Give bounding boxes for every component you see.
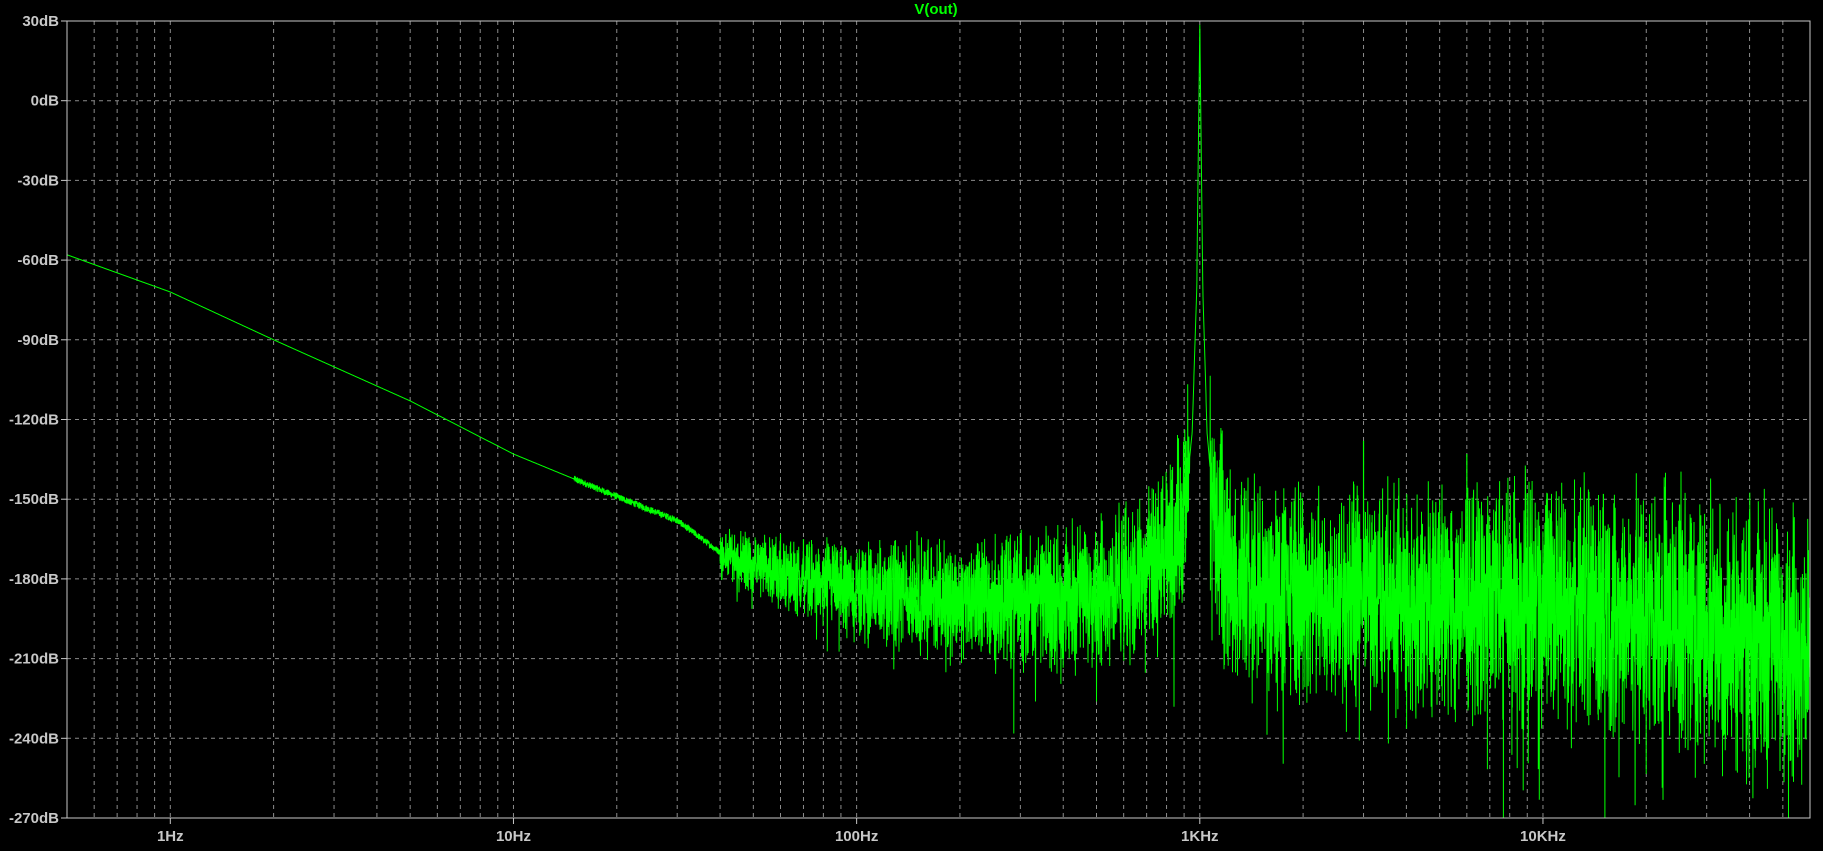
x-tick-label: 100Hz	[835, 828, 878, 845]
y-tick-label: -150dB	[9, 491, 59, 508]
y-tick-label: -210dB	[9, 651, 59, 668]
y-tick-label: -240dB	[9, 730, 59, 747]
y-tick-label: -30dB	[17, 172, 59, 189]
y-tick-label: -180dB	[9, 571, 59, 588]
x-tick-label: 1Hz	[157, 828, 184, 845]
y-tick-label: -60dB	[17, 252, 59, 269]
y-tick-label: -270dB	[9, 810, 59, 827]
x-tick-label: 10KHz	[1520, 828, 1566, 845]
chart-title: V(out)	[914, 1, 957, 18]
y-tick-label: 30dB	[22, 13, 59, 30]
y-tick-label: 0dB	[31, 93, 60, 110]
x-tick-label: 10Hz	[496, 828, 531, 845]
spectrum-chart: V(out) 30dB 0dB -30dB -60dB -90dB -120dB -150d…	[0, 0, 1823, 851]
y-tick-label: -90dB	[17, 332, 59, 349]
x-tick-label: 1KHz	[1181, 828, 1219, 845]
y-tick-label: -120dB	[9, 412, 59, 429]
